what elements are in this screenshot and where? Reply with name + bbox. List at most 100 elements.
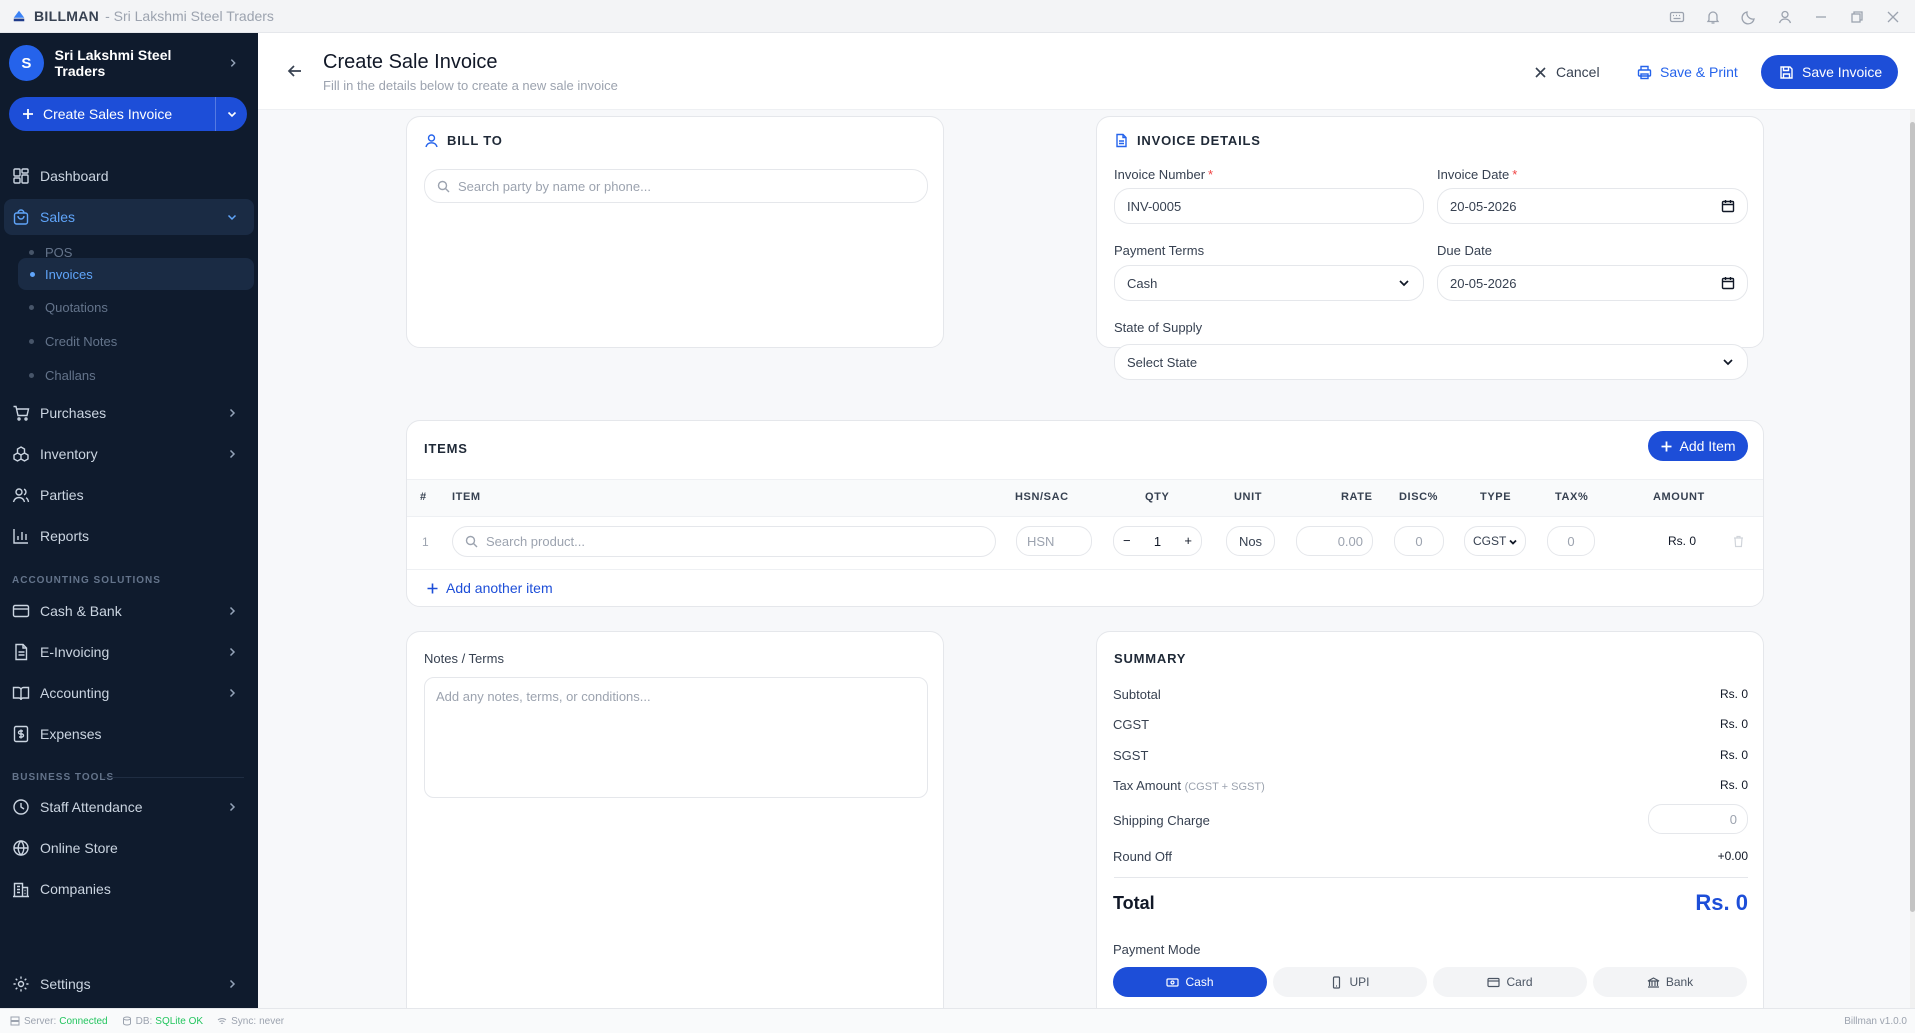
chevron-down-icon: [227, 111, 236, 118]
keyboard-icon[interactable]: [1669, 9, 1685, 25]
hsn-placeholder: HSN: [1027, 533, 1055, 549]
trash-icon[interactable]: [1732, 535, 1745, 548]
bell-icon[interactable]: [1705, 9, 1721, 25]
payment-mode-cash[interactable]: Cash: [1113, 967, 1267, 997]
create-sales-invoice-label: Create Sales Invoice: [43, 106, 173, 122]
rate-placeholder: 0.00: [1337, 533, 1363, 549]
sidebar-item-accounting[interactable]: Accounting: [0, 675, 254, 711]
sidebar-subitem-label: Challans: [45, 367, 96, 383]
bullet-dot: [29, 305, 34, 310]
sidebar-item-purchases[interactable]: Purchases: [0, 395, 254, 431]
state-of-supply-label: State of Supply: [1114, 320, 1203, 335]
plus-icon: [1661, 441, 1672, 451]
section-label-business: BUSINESS TOOLS: [12, 772, 115, 783]
invoice-details-title-text: INVOICE DETAILS: [1137, 133, 1261, 148]
close-window-icon[interactable]: [1885, 9, 1901, 25]
hsn-input[interactable]: HSN: [1016, 526, 1092, 556]
invoice-date-label: Invoice Date *: [1437, 167, 1518, 182]
sidebar-item-staff-attendance[interactable]: Staff Attendance: [0, 789, 254, 825]
minimize-icon[interactable]: [1813, 9, 1829, 25]
state-of-supply-select[interactable]: Select State: [1114, 344, 1748, 380]
calendar-icon[interactable]: [1721, 199, 1735, 213]
wifi-icon: [217, 1018, 227, 1024]
row-divider: [407, 569, 1763, 570]
back-arrow-icon[interactable]: [286, 62, 304, 80]
summary-row-subtotal: Subtotal Rs. 0: [1113, 687, 1748, 702]
sidebar-subitem-quotations[interactable]: Quotations: [0, 293, 254, 321]
tax-percent-placeholder: 0: [1567, 533, 1575, 549]
due-date-input[interactable]: 20-05-2026: [1437, 265, 1748, 301]
create-sales-invoice-button[interactable]: Create Sales Invoice: [9, 97, 247, 131]
qty-increment-button[interactable]: +: [1184, 533, 1192, 548]
sidebar-item-dashboard[interactable]: Dashboard: [0, 158, 254, 194]
invoice-date-input[interactable]: 20-05-2026: [1437, 188, 1748, 224]
notes-textarea[interactable]: Add any notes, terms, or conditions...: [424, 677, 928, 798]
printer-icon: [1637, 65, 1652, 79]
invoice-number-value: INV-0005: [1127, 198, 1182, 214]
database-icon: [122, 1016, 131, 1026]
credit-card-icon: [12, 604, 30, 618]
payment-terms-select[interactable]: Cash: [1114, 265, 1424, 301]
sidebar-item-companies[interactable]: Companies: [0, 871, 254, 907]
sidebar-subitem-label: Quotations: [45, 299, 108, 315]
discount-input[interactable]: 0: [1394, 526, 1444, 556]
chevron-down-icon: [1723, 359, 1733, 366]
chevron-right-icon: [229, 606, 236, 616]
cancel-button[interactable]: Cancel: [1533, 55, 1600, 89]
sidebar-item-einvoicing[interactable]: E-Invoicing: [0, 634, 254, 670]
total-value: Rs. 0: [1695, 890, 1748, 915]
discount-placeholder: 0: [1415, 533, 1423, 549]
qty-decrement-button[interactable]: −: [1123, 533, 1131, 548]
sidebar-subitem-credit-notes[interactable]: Credit Notes: [0, 327, 254, 355]
product-search-input[interactable]: Search product...: [452, 526, 996, 557]
save-invoice-button[interactable]: Save Invoice: [1761, 55, 1898, 89]
sidebar-item-reports[interactable]: Reports: [0, 518, 254, 554]
shipping-charge-input[interactable]: 0: [1648, 804, 1748, 834]
sidebar-item-expenses[interactable]: Expenses: [0, 716, 254, 752]
rate-input[interactable]: 0.00: [1296, 526, 1373, 556]
globe-icon: [13, 840, 29, 856]
section-divider: [104, 777, 244, 778]
add-item-button[interactable]: Add Item: [1648, 431, 1748, 461]
bullet-dot: [29, 373, 34, 378]
user-icon: [425, 134, 438, 148]
tax-percent-input[interactable]: 0: [1547, 526, 1595, 556]
scrollbar[interactable]: [1910, 110, 1915, 1008]
moon-icon[interactable]: [1741, 9, 1757, 25]
scrollbar-thumb[interactable]: [1910, 122, 1915, 912]
sidebar-item-label: Accounting: [40, 685, 110, 701]
party-search-input[interactable]: Search party by name or phone...: [424, 169, 928, 203]
add-another-item-link[interactable]: Add another item: [426, 580, 553, 596]
unit-select[interactable]: Nos: [1226, 526, 1275, 556]
invoice-number-input[interactable]: INV-0005: [1114, 188, 1424, 224]
sidebar-item-sales[interactable]: Sales: [4, 199, 254, 235]
calendar-icon[interactable]: [1721, 276, 1735, 290]
payment-mode-card[interactable]: Card: [1433, 967, 1587, 997]
qty-value[interactable]: 1: [1154, 534, 1161, 549]
shipping-label: Shipping Charge: [1113, 813, 1210, 828]
chevron-right-icon: [231, 59, 237, 67]
bar-chart-icon: [13, 529, 28, 544]
sidebar-subitem-challans[interactable]: Challans: [0, 361, 254, 389]
party-search-placeholder: Search party by name or phone...: [458, 178, 651, 194]
sidebar-item-label: Reports: [40, 528, 90, 544]
sidebar-subitem-invoices[interactable]: Invoices: [18, 258, 254, 290]
payment-mode-upi[interactable]: UPI: [1273, 967, 1427, 997]
sidebar-subitem-label: Invoices: [45, 266, 93, 282]
user-icon[interactable]: [1777, 9, 1793, 25]
sidebar-item-cash-bank[interactable]: Cash & Bank: [0, 593, 254, 629]
sidebar-item-inventory[interactable]: Inventory: [0, 436, 254, 472]
company-switcher[interactable]: S Sri Lakshmi Steel Traders: [9, 43, 239, 83]
sidebar-item-label: Online Store: [40, 840, 118, 856]
bullet-dot: [29, 250, 34, 255]
tax-type-select[interactable]: CGST: [1464, 526, 1526, 556]
search-icon: [437, 180, 450, 192]
tax-amount-label: Tax Amount: [1113, 778, 1181, 793]
create-dropdown-toggle[interactable]: [215, 97, 247, 131]
save-print-button[interactable]: Save & Print: [1637, 55, 1738, 89]
restore-icon[interactable]: [1849, 9, 1865, 25]
sidebar-item-parties[interactable]: Parties: [0, 477, 254, 513]
sidebar-item-online-store[interactable]: Online Store: [0, 830, 254, 866]
payment-mode-bank[interactable]: Bank: [1593, 967, 1747, 997]
sidebar-item-settings[interactable]: Settings: [0, 966, 254, 1002]
